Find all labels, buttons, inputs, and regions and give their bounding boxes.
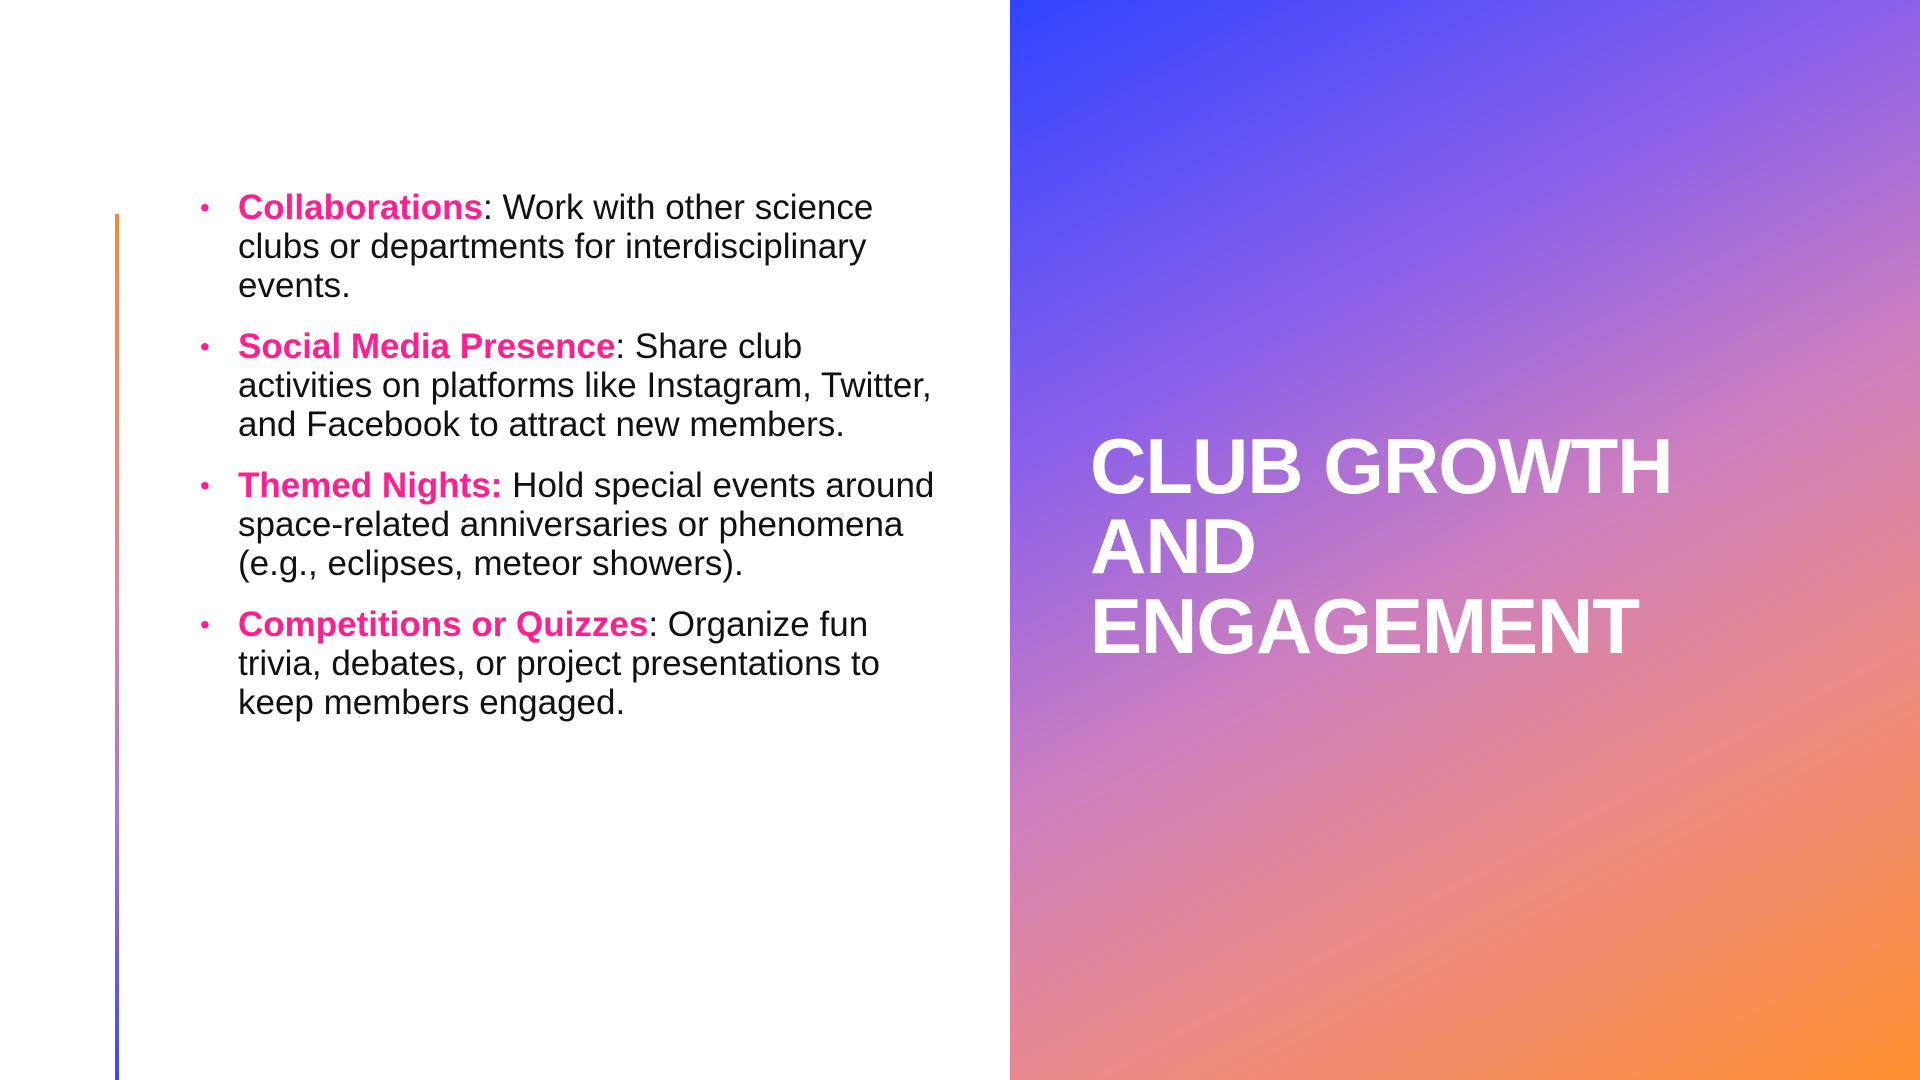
bullet-item-themed-nights: • Themed Nights: Hold special events aro… — [200, 466, 940, 583]
bullet-term: Social Media Presence — [238, 327, 616, 366]
bullet-dot-icon: • — [200, 331, 210, 362]
slide-title: CLUB GROWTH AND ENGAGEMENT — [1090, 426, 1890, 666]
bullet-item-competitions: • Competitions or Quizzes: Organize fun … — [200, 605, 940, 722]
bullet-dot-icon: • — [200, 192, 210, 223]
bullet-term: Competitions or Quizzes — [238, 605, 649, 644]
bullet-list: • Collaborations: Work with other scienc… — [200, 188, 940, 744]
title-panel: CLUB GROWTH AND ENGAGEMENT — [1010, 0, 1920, 1080]
bullet-item-social-media: • Social Media Presence: Share club acti… — [200, 327, 940, 444]
bullet-term: Themed Nights: — [238, 466, 503, 505]
title-line: AND — [1090, 502, 1257, 590]
bullet-dot-icon: • — [200, 470, 210, 501]
title-line: CLUB GROWTH — [1090, 422, 1674, 510]
bullet-item-collaborations: • Collaborations: Work with other scienc… — [200, 188, 940, 305]
accent-divider-line — [115, 214, 119, 1080]
bullet-term: Collaborations — [238, 188, 484, 227]
content-panel: • Collaborations: Work with other scienc… — [0, 0, 1010, 1080]
title-line: ENGAGEMENT — [1090, 582, 1640, 670]
bullet-dot-icon: • — [200, 609, 210, 640]
